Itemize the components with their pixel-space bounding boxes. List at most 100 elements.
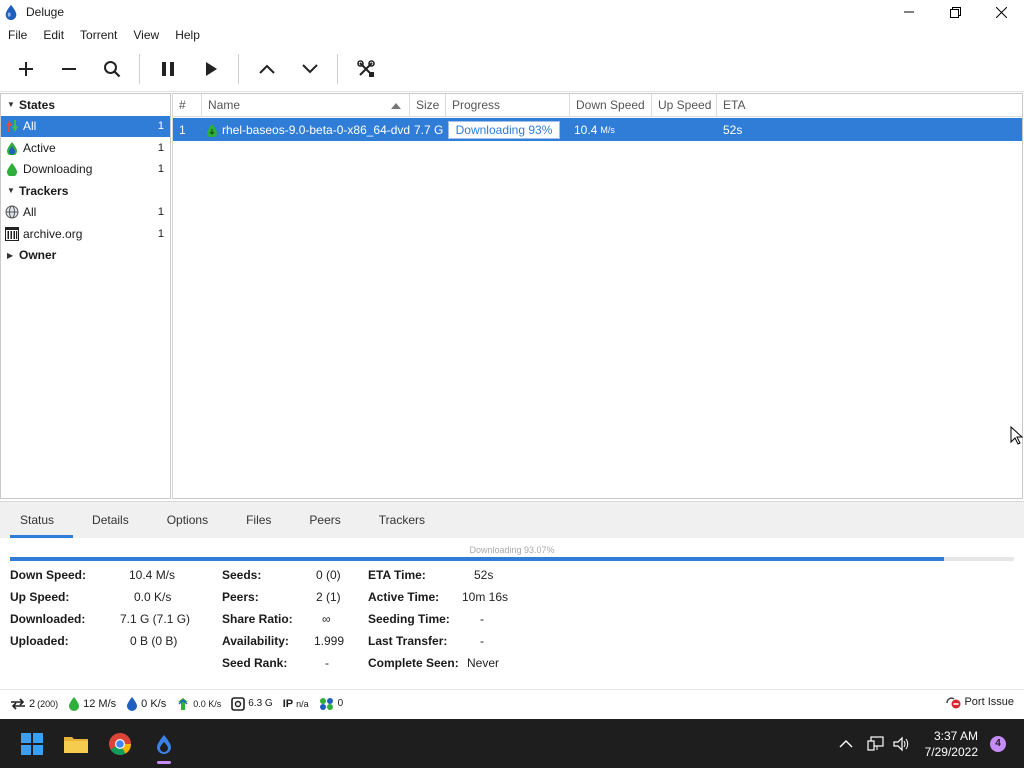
menu-bar: File Edit Torrent View Help bbox=[0, 24, 1024, 46]
stat-label: Active Time: bbox=[368, 590, 440, 604]
upload-speed-value: 0 K/s bbox=[141, 697, 167, 710]
dht-value: 0 bbox=[337, 698, 344, 709]
network-icon[interactable] bbox=[867, 735, 885, 752]
column-header-index[interactable]: # bbox=[173, 94, 202, 116]
close-button[interactable] bbox=[978, 0, 1024, 24]
taskbar-file-explorer[interactable] bbox=[54, 722, 98, 766]
deluge-icon bbox=[157, 734, 171, 754]
folder-icon bbox=[64, 736, 88, 753]
menu-torrent[interactable]: Torrent bbox=[72, 28, 125, 42]
menu-file[interactable]: File bbox=[0, 28, 35, 42]
sidebar-group-label: States bbox=[19, 97, 56, 112]
tab-peers[interactable]: Peers bbox=[290, 502, 359, 538]
stat-label: Seeding Time: bbox=[368, 612, 450, 626]
dht-nodes-icon bbox=[319, 697, 335, 711]
stat-uploaded: 0 B (0 B) bbox=[130, 634, 178, 648]
remove-torrent-button[interactable] bbox=[47, 49, 90, 89]
upload-speed-indicator[interactable]: 0 K/s bbox=[126, 696, 166, 711]
stat-label: Down Speed: bbox=[10, 568, 87, 582]
torrent-progress-bar: Downloading 93% bbox=[448, 120, 560, 139]
stat-complete-seen: Never bbox=[467, 656, 500, 670]
column-header-up-speed[interactable]: Up Speed bbox=[652, 94, 717, 116]
stat-seeding-time: - bbox=[480, 612, 484, 626]
column-header-size[interactable]: Size bbox=[410, 94, 446, 116]
stat-share-ratio: ∞ bbox=[322, 612, 331, 626]
tab-files[interactable]: Files bbox=[227, 502, 290, 538]
table-row[interactable]: 1 rhel-baseos-9.0-beta-0-x86_64-dvd 7.7 … bbox=[173, 118, 1022, 141]
column-header-name[interactable]: Name bbox=[202, 94, 410, 116]
active-icon bbox=[5, 141, 19, 155]
stat-active-time: 10m 16s bbox=[462, 590, 509, 604]
ip-label: IP bbox=[282, 697, 294, 710]
volume-icon[interactable] bbox=[893, 736, 911, 752]
tab-status[interactable]: Status bbox=[0, 502, 74, 538]
restore-button[interactable] bbox=[932, 0, 978, 24]
globe-icon bbox=[5, 205, 19, 219]
search-button[interactable] bbox=[90, 49, 133, 89]
clock-date: 7/29/2022 bbox=[924, 744, 978, 759]
stat-down-speed: 10.4 M/s bbox=[129, 568, 176, 582]
sidebar-group-owner[interactable]: ▶ Owner bbox=[1, 245, 170, 267]
system-tray: 3:37 AM 7/29/2022 4 bbox=[839, 719, 1024, 768]
resume-button[interactable] bbox=[189, 49, 232, 89]
external-ip-indicator: IP n/a bbox=[283, 698, 309, 710]
downloading-state-icon bbox=[207, 123, 217, 137]
torrent-down-speed: 10.4 M/s bbox=[570, 118, 652, 141]
sidebar-item-all-trackers[interactable]: All 1 bbox=[1, 202, 170, 224]
torrent-list: # Name Size Progress Down Speed Up Speed… bbox=[172, 93, 1023, 499]
torrent-name-cell: rhel-baseos-9.0-beta-0-x86_64-dvd bbox=[202, 118, 410, 141]
windows-logo-icon bbox=[21, 732, 43, 755]
sidebar-group-states[interactable]: ▼ States bbox=[1, 94, 170, 116]
torrent-up-speed bbox=[652, 118, 717, 141]
column-header-progress[interactable]: Progress bbox=[446, 94, 570, 116]
stat-label: Seed Rank: bbox=[222, 656, 288, 670]
chevron-up-icon[interactable] bbox=[839, 739, 853, 749]
upload-speed-icon bbox=[126, 696, 138, 711]
port-issue-label: Port Issue bbox=[964, 696, 1014, 708]
port-warning-icon bbox=[946, 697, 961, 709]
move-down-button[interactable] bbox=[288, 49, 331, 89]
minimize-button[interactable] bbox=[886, 0, 932, 24]
port-issue-button[interactable]: Port Issue bbox=[945, 695, 1014, 709]
download-speed-indicator[interactable]: 12 M/s bbox=[68, 696, 116, 711]
menu-edit[interactable]: Edit bbox=[35, 28, 72, 42]
windows-taskbar: 3:37 AM 7/29/2022 4 bbox=[0, 719, 1024, 768]
expand-arrow-icon: ▼ bbox=[7, 186, 15, 196]
mouse-cursor-icon bbox=[1010, 426, 1024, 445]
sidebar-item-active[interactable]: Active 1 bbox=[1, 137, 170, 159]
add-torrent-button[interactable] bbox=[4, 49, 47, 89]
collapse-arrow-icon: ▶ bbox=[7, 250, 14, 260]
minus-icon bbox=[61, 68, 76, 70]
torrent-name: rhel-baseos-9.0-beta-0-x86_64-dvd bbox=[222, 122, 410, 137]
sidebar-item-all-states[interactable]: All 1 bbox=[1, 115, 170, 137]
taskbar-chrome[interactable] bbox=[98, 722, 142, 766]
tab-details[interactable]: Details bbox=[73, 502, 148, 538]
tab-options[interactable]: Options bbox=[148, 502, 227, 538]
column-header-label: Name bbox=[208, 98, 241, 112]
connections-indicator[interactable]: 2 (200) bbox=[10, 698, 58, 710]
taskbar-deluge[interactable] bbox=[142, 722, 186, 766]
sidebar-group-trackers[interactable]: ▼ Trackers bbox=[1, 180, 170, 202]
tab-trackers[interactable]: Trackers bbox=[360, 502, 444, 538]
sidebar-item-downloading[interactable]: Downloading 1 bbox=[1, 159, 170, 181]
download-speed-icon bbox=[68, 696, 80, 711]
preferences-button[interactable] bbox=[344, 49, 387, 89]
start-button[interactable] bbox=[10, 722, 54, 766]
column-header-eta[interactable]: ETA bbox=[717, 94, 777, 116]
dht-indicator: 0 bbox=[319, 697, 344, 711]
sort-ascending-icon bbox=[391, 102, 401, 109]
sidebar-item-archive-org[interactable]: archive.org 1 bbox=[1, 223, 170, 245]
move-up-button[interactable] bbox=[245, 49, 288, 89]
archive-org-icon bbox=[5, 226, 19, 241]
ip-value: n/a bbox=[296, 698, 309, 709]
column-header-down-speed[interactable]: Down Speed bbox=[570, 94, 652, 116]
clock[interactable]: 3:37 AM 7/29/2022 bbox=[925, 728, 978, 760]
menu-view[interactable]: View bbox=[125, 28, 167, 42]
notification-badge[interactable]: 4 bbox=[990, 735, 1006, 752]
clock-time: 3:37 AM bbox=[933, 728, 978, 743]
torrent-progress-text: Downloading 93% bbox=[455, 122, 553, 137]
protocol-traffic-indicator: 0.0 K/s bbox=[176, 697, 221, 711]
sidebar-item-count: 1 bbox=[157, 163, 164, 176]
menu-help[interactable]: Help bbox=[167, 28, 208, 42]
pause-button[interactable] bbox=[146, 49, 189, 89]
